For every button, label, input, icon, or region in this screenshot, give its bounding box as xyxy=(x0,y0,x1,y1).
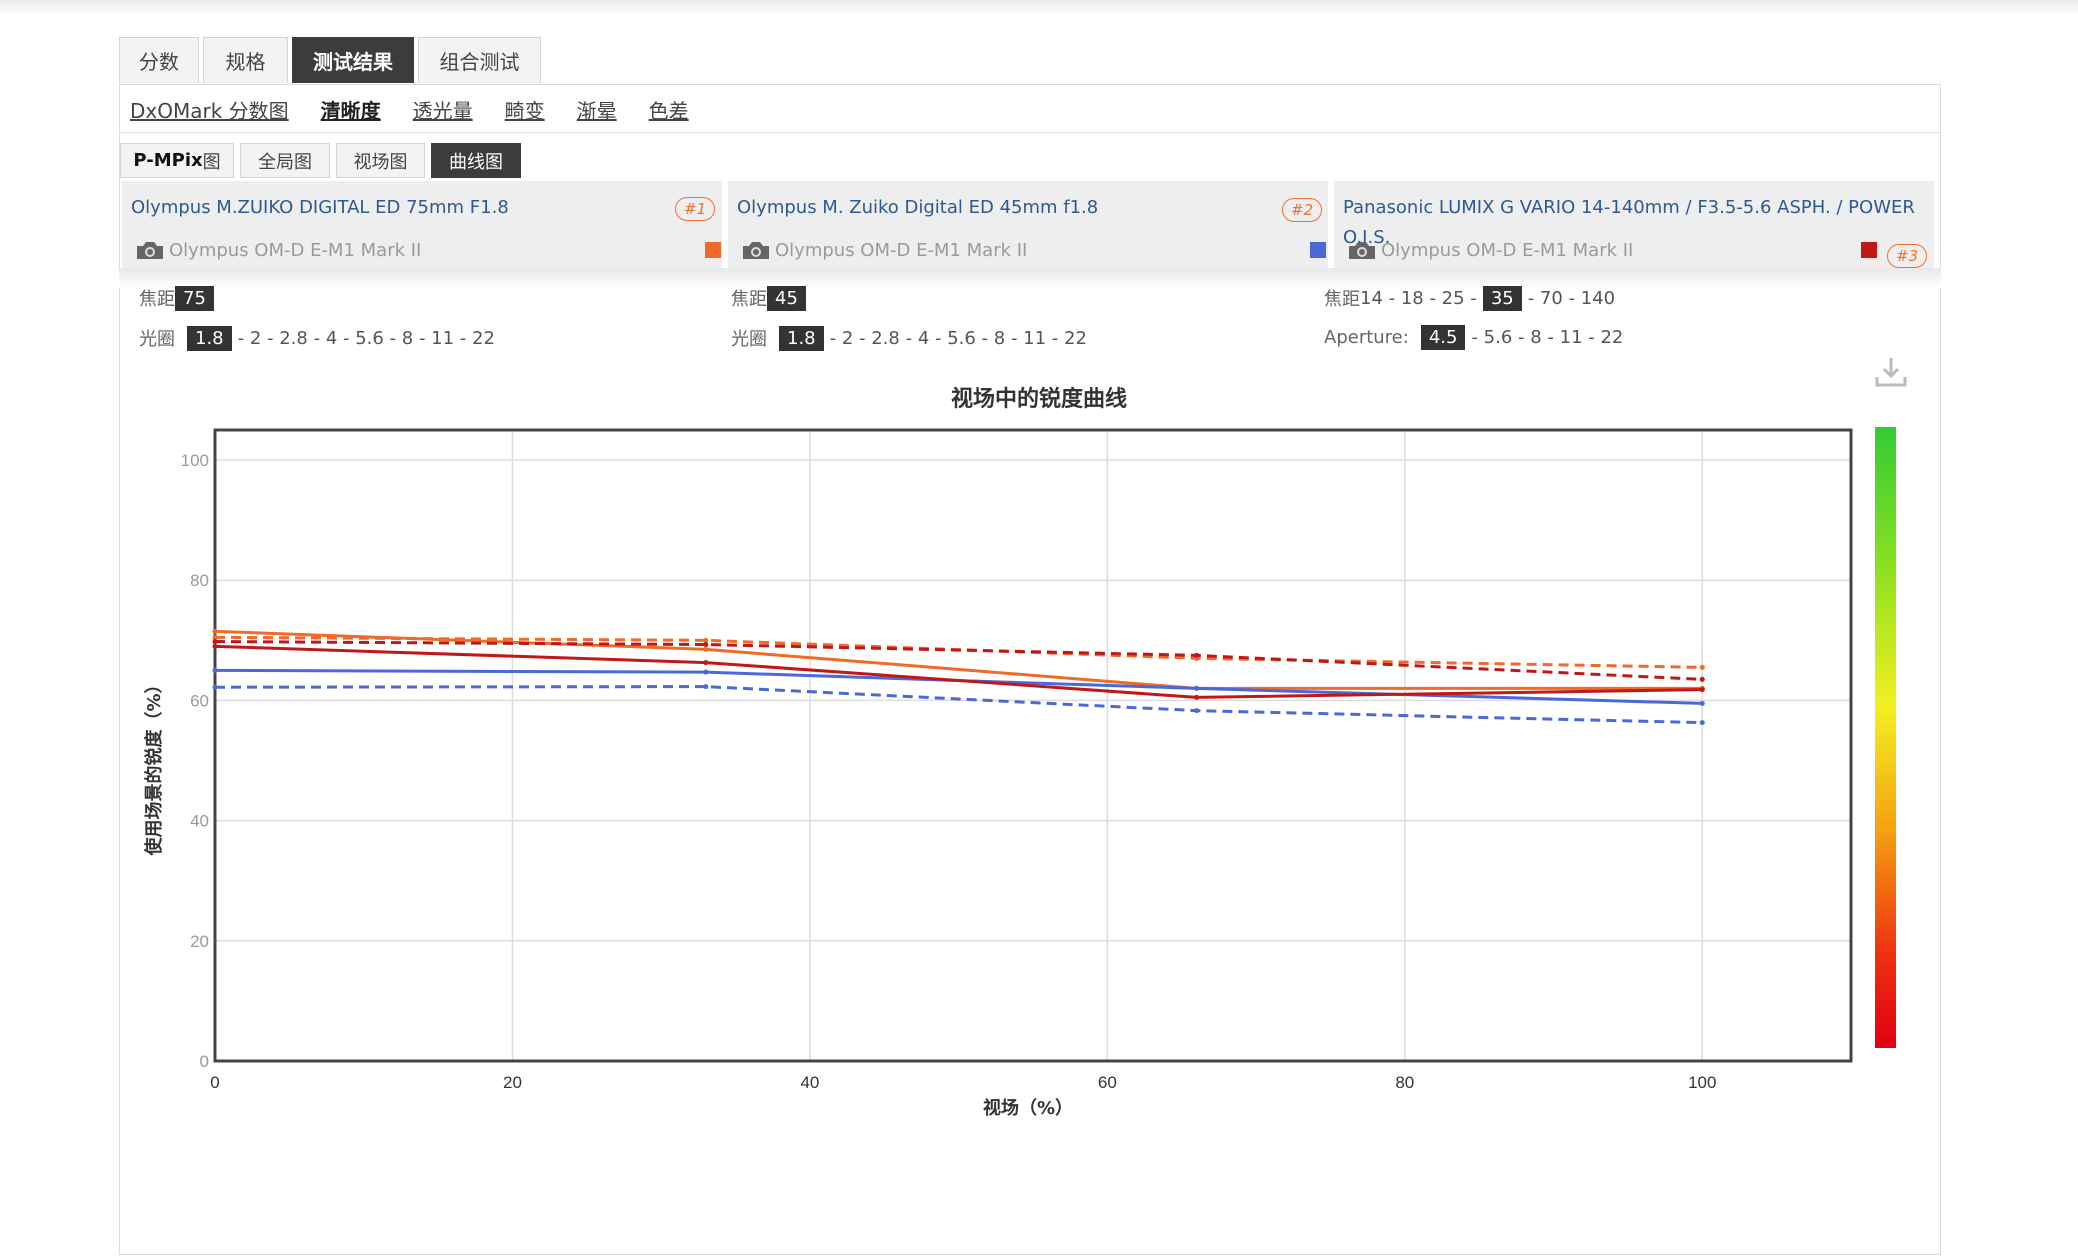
y-tick-label: 20 xyxy=(190,932,209,951)
data-point xyxy=(1194,694,1200,700)
x-tick-label: 60 xyxy=(1098,1073,1117,1092)
data-point xyxy=(1194,708,1200,714)
series-line-lens3-dashed xyxy=(214,640,1703,681)
data-point xyxy=(212,628,218,634)
data-point xyxy=(703,669,709,675)
data-point xyxy=(1194,652,1200,658)
y-tick-label: 0 xyxy=(200,1052,209,1071)
data-point xyxy=(1699,676,1705,682)
data-point xyxy=(1699,664,1705,670)
y-axis-label: 使用场景的锐度（%） xyxy=(143,675,165,856)
data-point xyxy=(212,643,218,649)
sharpness-color-scale xyxy=(1875,427,1896,1048)
plot-frame xyxy=(213,428,1853,1063)
x-tick-label: 20 xyxy=(503,1073,522,1092)
data-point xyxy=(703,646,709,652)
data-point xyxy=(703,642,709,648)
y-tick-label: 80 xyxy=(190,571,209,590)
data-point xyxy=(1194,685,1200,691)
data-point xyxy=(1699,700,1705,706)
x-tick-label: 40 xyxy=(800,1073,819,1092)
data-point xyxy=(212,684,218,690)
x-tick-label: 80 xyxy=(1395,1073,1414,1092)
data-point xyxy=(212,667,218,673)
x-tick-label: 0 xyxy=(210,1073,219,1092)
x-tick-label: 100 xyxy=(1688,1073,1716,1092)
x-axis-label: 视场（%） xyxy=(983,1097,1073,1119)
y-tick-label: 100 xyxy=(181,451,209,470)
data-point xyxy=(1699,687,1705,693)
data-point xyxy=(703,684,709,690)
y-tick-label: 60 xyxy=(190,691,209,710)
y-tick-label: 40 xyxy=(190,812,209,831)
data-point xyxy=(703,660,709,666)
data-point xyxy=(1699,720,1705,726)
data-point xyxy=(212,639,218,645)
sharpness-chart: 0 20 40 60 80 100 0 20 40 60 80 100 视场（%） 使用场景的锐度（%） xyxy=(143,428,1853,1119)
